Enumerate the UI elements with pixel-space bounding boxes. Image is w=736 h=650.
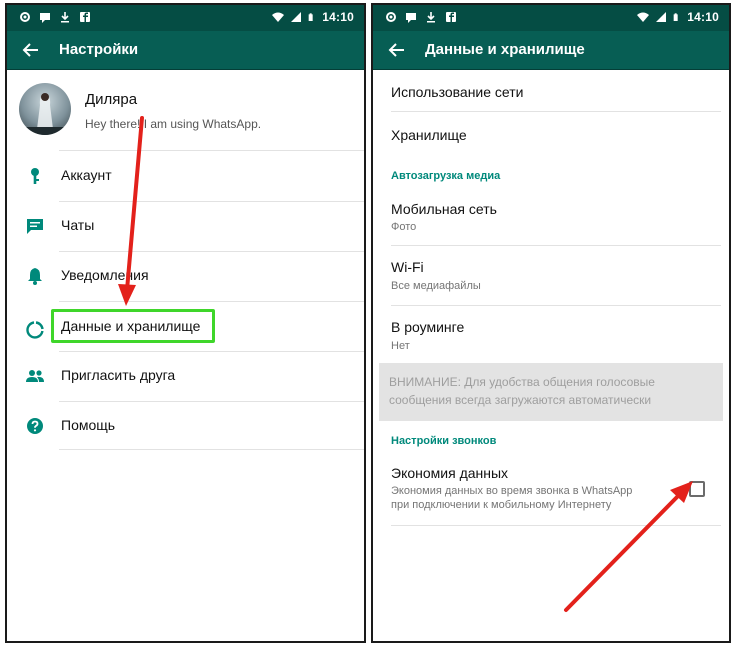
- voice-message-warning: ВНИМАНИЕ: Для удобства общения голосовые…: [379, 363, 723, 421]
- divider: [59, 301, 364, 302]
- status-time: 14:10: [687, 10, 719, 24]
- low-data-checkbox[interactable]: [689, 481, 705, 497]
- low-data-desc-line-2: при подключении к мобильному Интернету: [391, 499, 612, 511]
- avatar[interactable]: [19, 83, 71, 135]
- menu-item-chats[interactable]: Чаты: [7, 201, 364, 251]
- divider: [59, 449, 364, 450]
- network-usage-row[interactable]: Использование сети: [373, 69, 729, 113]
- battery-icon: [308, 13, 313, 21]
- profile-status: Hey there! I am using WhatsApp.: [85, 117, 262, 131]
- app-bar: Данные и хранилище: [373, 31, 729, 70]
- roaming-row[interactable]: В роуминге Нет: [373, 309, 729, 363]
- menu-label-data-storage: Данные и хранилище: [61, 318, 201, 334]
- mobile-data-row[interactable]: Мобильная сеть Фото: [373, 191, 729, 245]
- low-data-row[interactable]: Экономия данных Экономия данных во время…: [373, 455, 729, 525]
- bell-icon: [28, 268, 42, 285]
- menu-item-help[interactable]: Помощь: [7, 401, 364, 451]
- download-notification-icon: [61, 12, 69, 23]
- network-usage-label: Использование сети: [391, 84, 524, 100]
- status-bar: 14:10: [373, 5, 729, 31]
- back-arrow-icon[interactable]: [387, 40, 407, 60]
- menu-label-invite-friend: Пригласить друга: [61, 367, 176, 383]
- settings-screen: 14:10 Настройки Диляра Hey there! I am u…: [5, 3, 366, 643]
- divider: [391, 245, 721, 246]
- message-notification-icon: [406, 13, 416, 23]
- profile-row[interactable]: Диляра Hey there! I am using WhatsApp.: [7, 77, 364, 147]
- menu-label-account: Аккаунт: [61, 167, 112, 183]
- mobile-data-title: Мобильная сеть: [391, 201, 497, 217]
- wifi-icon: [272, 12, 285, 22]
- call-settings-header: Настройки звонков: [391, 435, 497, 447]
- people-icon: [26, 370, 44, 382]
- menu-label-help: Помощь: [61, 417, 116, 433]
- data-storage-screen: 14:10 Данные и хранилище Использование с…: [371, 3, 731, 643]
- facebook-notification-icon: [80, 12, 90, 22]
- storage-label: Хранилище: [391, 127, 467, 143]
- roaming-value: Нет: [391, 340, 410, 352]
- key-icon: [31, 168, 39, 184]
- menu-item-notifications[interactable]: Уведомления: [7, 251, 364, 301]
- avatar-photo: [19, 93, 71, 135]
- wifi-title: Wi-Fi: [391, 259, 424, 275]
- status-time: 14:10: [322, 10, 354, 24]
- divider: [391, 305, 721, 306]
- warning-line-1: ВНИМАНИЕ: Для удобства общения голосовые: [389, 375, 655, 389]
- wifi-row[interactable]: Wi-Fi Все медиафайлы: [373, 249, 729, 305]
- battery-icon: [673, 13, 678, 21]
- status-bar: 14:10: [7, 5, 364, 31]
- menu-label-notifications: Уведомления: [61, 267, 149, 283]
- settings-notification-icon: [386, 12, 396, 22]
- low-data-title: Экономия данных: [391, 465, 509, 481]
- storage-row[interactable]: Хранилище: [373, 113, 729, 157]
- message-notification-icon: [40, 13, 50, 23]
- chat-icon: [27, 219, 43, 234]
- menu-label-chats: Чаты: [61, 217, 95, 233]
- page-title: Данные и хранилище: [425, 41, 585, 58]
- facebook-notification-icon: [446, 12, 456, 22]
- profile-name: Диляра: [85, 91, 138, 108]
- divider: [391, 111, 721, 112]
- app-bar: Настройки: [7, 31, 364, 70]
- signal-icon: [656, 12, 667, 22]
- download-notification-icon: [427, 12, 435, 23]
- back-arrow-icon[interactable]: [21, 40, 41, 60]
- menu-item-invite-friend[interactable]: Пригласить друга: [7, 351, 364, 401]
- help-icon: [27, 418, 43, 434]
- data-usage-icon: [26, 321, 44, 339]
- wifi-icon: [637, 12, 650, 22]
- mobile-data-value: Фото: [391, 221, 417, 233]
- menu-item-account[interactable]: Аккаунт: [7, 151, 364, 201]
- warning-line-2: сообщения всегда загружаются автоматичес…: [389, 393, 652, 407]
- roaming-title: В роуминге: [391, 319, 465, 335]
- wifi-value: Все медиафайлы: [391, 280, 481, 292]
- signal-icon: [291, 12, 302, 22]
- warning-text: ВНИМАНИЕ: Для удобства общения голосовые…: [389, 373, 715, 409]
- settings-notification-icon: [20, 12, 30, 22]
- menu-item-data-storage[interactable]: Данные и хранилище: [7, 305, 364, 355]
- media-autodownload-header: Автозагрузка медиа: [391, 170, 501, 182]
- divider: [391, 525, 721, 526]
- low-data-desc-line-1: Экономия данных во время звонка в WhatsA…: [391, 485, 633, 497]
- page-title: Настройки: [59, 41, 139, 58]
